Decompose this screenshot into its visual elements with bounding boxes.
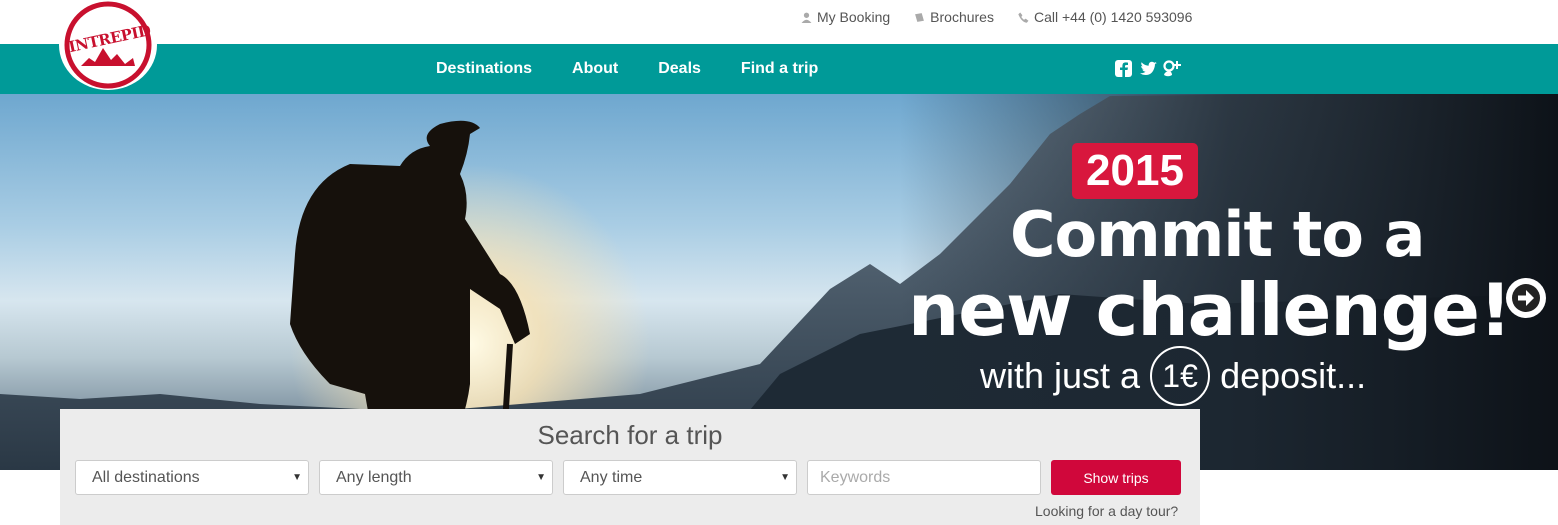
utility-links: My Booking Brochures Call +44 (0) 1420 5… xyxy=(801,9,1216,25)
day-tour-link[interactable]: Looking for a day tour? xyxy=(1035,503,1178,519)
call-label: Call +44 (0) 1420 593096 xyxy=(1033,9,1193,25)
promo-headline-2: new challenge! xyxy=(908,268,1512,352)
show-trips-button[interactable]: Show trips xyxy=(1051,460,1181,495)
promo-subline: with just a 1€ deposit... xyxy=(980,346,1366,406)
nav-deals[interactable]: Deals xyxy=(658,60,701,78)
nav-about[interactable]: About xyxy=(572,60,618,78)
time-select[interactable]: Any time ▼ xyxy=(563,460,797,495)
time-select-value: Any time xyxy=(580,469,643,486)
keywords-input[interactable] xyxy=(807,460,1041,495)
promo-subline-after: deposit... xyxy=(1220,355,1367,396)
nav-items: Destinations About Deals Find a trip xyxy=(436,44,858,94)
promo-deposit-amount: 1€ xyxy=(1150,346,1211,406)
social-links xyxy=(1114,58,1182,78)
caret-down-icon: ▼ xyxy=(292,472,302,483)
utility-bar: My Booking Brochures Call +44 (0) 1420 5… xyxy=(0,0,1558,44)
promo-year: 2015 xyxy=(1072,143,1198,199)
nav-destinations[interactable]: Destinations xyxy=(436,60,532,78)
book-icon xyxy=(915,12,925,22)
main-nav: Destinations About Deals Find a trip xyxy=(0,44,1558,94)
my-booking-link[interactable]: My Booking xyxy=(801,9,890,25)
brochures-label: Brochures xyxy=(930,9,994,25)
trip-search-panel: Search for a trip All destinations ▼ Any… xyxy=(60,409,1200,525)
promo-subline-before: with just a xyxy=(980,355,1141,396)
facebook-icon[interactable] xyxy=(1114,58,1134,78)
google-plus-icon[interactable] xyxy=(1162,58,1182,78)
length-select-value: Any length xyxy=(336,469,412,486)
nav-find-a-trip[interactable]: Find a trip xyxy=(741,60,818,78)
phone-icon xyxy=(1018,12,1029,23)
twitter-icon[interactable] xyxy=(1138,58,1158,78)
arrow-right-icon[interactable] xyxy=(1506,278,1546,318)
intrepid-logo[interactable]: INTREPID xyxy=(59,0,157,90)
promo-headline-1: Commit to a xyxy=(1010,198,1425,271)
call-link[interactable]: Call +44 (0) 1420 593096 xyxy=(1018,9,1192,25)
caret-down-icon: ▼ xyxy=(536,472,546,483)
caret-down-icon: ▼ xyxy=(780,472,790,483)
destination-select[interactable]: All destinations ▼ xyxy=(75,460,309,495)
arrow-right-graphic xyxy=(1512,284,1540,312)
search-title: Search for a trip xyxy=(537,420,723,450)
user-icon xyxy=(801,12,812,23)
destination-select-value: All destinations xyxy=(92,469,200,486)
brochures-link[interactable]: Brochures xyxy=(914,9,994,25)
length-select[interactable]: Any length ▼ xyxy=(319,460,553,495)
my-booking-label: My Booking xyxy=(817,9,891,25)
